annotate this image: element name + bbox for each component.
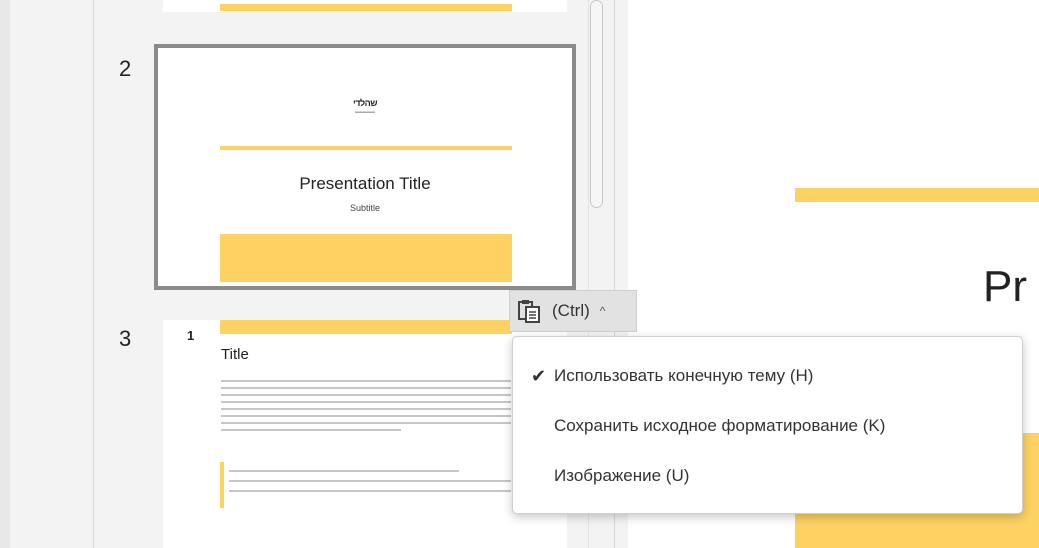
slide-2-logo-subline: ▬▬▬▬ — [355, 109, 375, 115]
slide-3-quote-bar — [220, 462, 224, 508]
slide-3-body-line — [221, 422, 511, 424]
slide-thumbnail-2-selected[interactable]: שהלדי ▬▬▬▬ Presentation Title Subtitle — [154, 44, 576, 290]
slide-3-title: Title — [221, 346, 249, 363]
slide-3-page-label: 1 — [187, 328, 195, 343]
slide-3-body-line — [221, 387, 511, 389]
paste-options-button[interactable]: (Ctrl) ^ — [509, 290, 637, 332]
slide-3-body-line — [221, 429, 401, 431]
slide-3-accent-band — [220, 320, 512, 334]
paste-options-menu: ✔ Использовать конечную тему (H) Сохрани… — [512, 336, 1023, 514]
menu-item-label: Сохранить исходное форматирование (K) — [554, 416, 886, 435]
paste-clipboard-icon — [516, 298, 542, 324]
slide-3-quote-line — [229, 490, 511, 492]
slide-number-3: 3 — [119, 326, 132, 351]
menu-item-label: Изображение (U) — [554, 466, 690, 485]
slide-2-accent-line — [220, 146, 512, 150]
main-slide-accent-band — [795, 188, 1039, 202]
paste-options-label: (Ctrl) — [552, 301, 590, 320]
slide-3-quote-line — [229, 470, 459, 472]
panel-divider — [93, 0, 94, 548]
checkmark-icon: ✔ — [531, 366, 547, 386]
slide-2-logo-text: שהלדי — [353, 98, 377, 108]
slide-2-accent-band — [220, 234, 512, 282]
panel-scrollbar-thumb[interactable] — [590, 0, 603, 208]
slide-2-title: Presentation Title — [299, 174, 431, 193]
slide-3-quote-line — [229, 480, 511, 482]
slide-3-body-line — [221, 380, 511, 382]
slide-3-body-line — [221, 415, 511, 417]
menu-item-use-destination-theme[interactable]: ✔ Использовать конечную тему (H) — [513, 351, 1022, 401]
slide-3-body-line — [221, 394, 511, 396]
slide-3-body-line — [221, 408, 511, 410]
slide-3-body-line — [221, 401, 511, 403]
slide-thumbnail-3[interactable]: 1 Title — [163, 320, 567, 548]
menu-item-picture[interactable]: Изображение (U) — [513, 451, 1022, 501]
slide-1-accent-band — [220, 4, 512, 11]
slide-2-subtitle: Subtitle — [349, 203, 381, 213]
menu-item-keep-source-formatting[interactable]: Сохранить исходное форматирование (K) — [513, 401, 1022, 451]
slide-number-2: 2 — [119, 56, 132, 81]
main-slide-title[interactable]: Pr — [983, 262, 1027, 312]
chevron-up-icon: ^ — [599, 304, 606, 318]
menu-item-label: Использовать конечную тему (H) — [554, 366, 814, 385]
